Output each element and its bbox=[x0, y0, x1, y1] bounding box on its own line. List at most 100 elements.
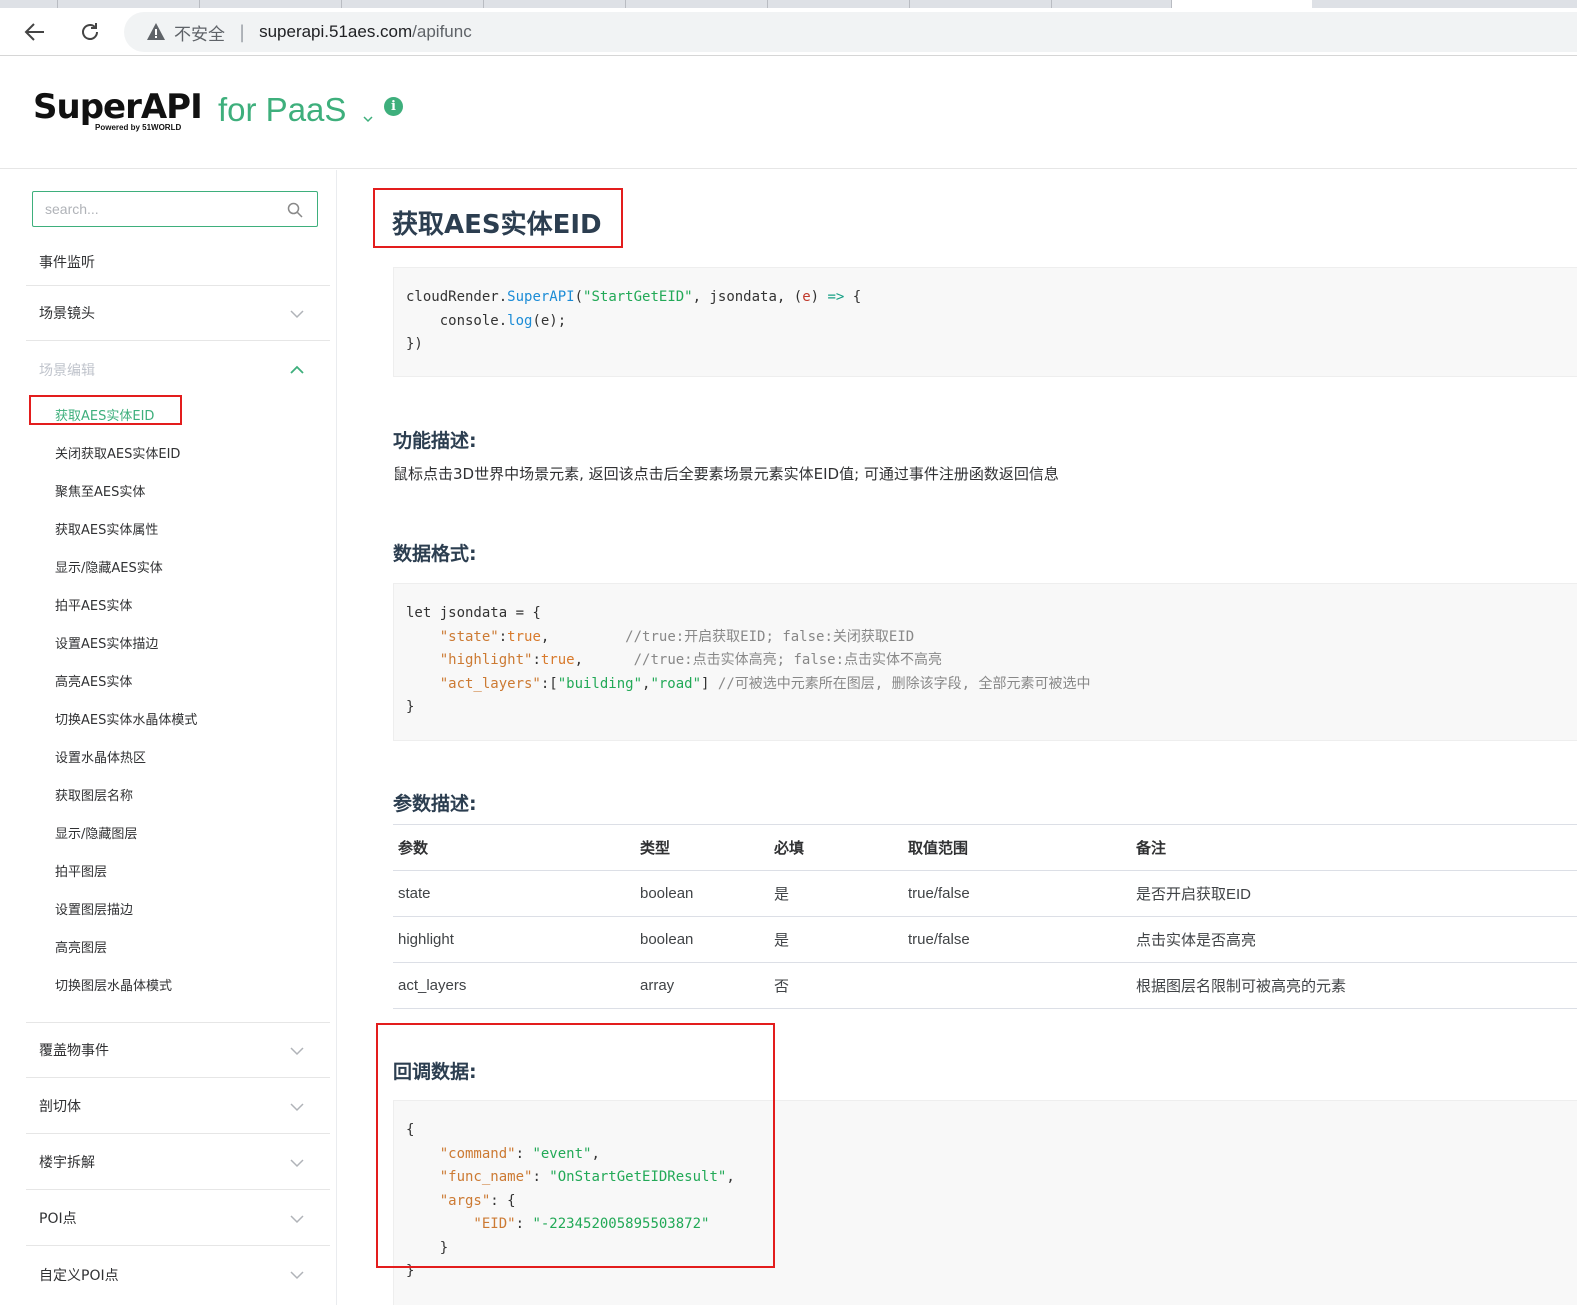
table-cell: 点击实体是否高亮 bbox=[1131, 916, 1577, 963]
browser-tab[interactable] bbox=[0, 0, 58, 8]
sidebar-item-overlay-events[interactable]: 覆盖物事件 bbox=[26, 1023, 330, 1078]
browser-tab[interactable] bbox=[626, 0, 768, 8]
chevron-down-icon bbox=[290, 1047, 304, 1056]
table-cell: act_layers bbox=[393, 962, 635, 1009]
sidebar-divider bbox=[26, 231, 330, 286]
table-cell: array bbox=[635, 962, 769, 1009]
url-host: superapi.51aes.com bbox=[259, 22, 413, 41]
code-block-usage: cloudRender.SuperAPI("StartGetEID", json… bbox=[393, 267, 1577, 377]
browser-tab[interactable] bbox=[768, 0, 910, 8]
sidebar-subitem[interactable]: 显示/隐藏图层 bbox=[55, 823, 137, 842]
browser-tab[interactable] bbox=[1052, 0, 1172, 8]
chevron-down-icon bbox=[290, 1271, 304, 1280]
sidebar-subitem[interactable]: 获取AES实体属性 bbox=[55, 519, 158, 538]
search-icon[interactable] bbox=[287, 202, 303, 218]
sidebar-item-label: 自定义POI点 bbox=[39, 1267, 119, 1284]
table-cell: 否 bbox=[769, 962, 903, 1009]
code-token: "road" bbox=[650, 675, 702, 692]
sidebar-subitem[interactable]: 设置AES实体描边 bbox=[55, 633, 158, 652]
product-name: for PaaS bbox=[218, 91, 347, 128]
sidebar-item-label: POI点 bbox=[39, 1211, 77, 1227]
code-token: "StartGetEID" bbox=[583, 289, 693, 305]
table-cell: 是 bbox=[769, 870, 903, 917]
search-input[interactable] bbox=[45, 201, 285, 217]
browser-tab-strip bbox=[0, 0, 1577, 8]
sidebar-item-scene-edit[interactable]: 场景编辑 bbox=[26, 342, 330, 397]
search-box bbox=[32, 191, 318, 227]
sidebar-subitem[interactable]: 高亮图层 bbox=[55, 937, 107, 956]
browser-tab[interactable] bbox=[342, 0, 484, 8]
chevron-down-icon[interactable] bbox=[362, 113, 374, 125]
sidebar-subitem[interactable]: 切换AES实体水晶体模式 bbox=[55, 709, 197, 728]
sidebar-item-section-box[interactable]: 剖切体 bbox=[26, 1079, 330, 1134]
sidebar-subitem[interactable]: 拍平图层 bbox=[55, 861, 107, 880]
sidebar-subitem[interactable]: 设置图层描边 bbox=[55, 899, 133, 918]
sidebar-subitem[interactable]: 设置水晶体热区 bbox=[55, 747, 146, 766]
sidebar-item-building-explode[interactable]: 楼宇拆解 bbox=[26, 1135, 330, 1190]
table-cell: boolean bbox=[635, 916, 769, 963]
table-header-row: 参数 类型 必填 取值范围 备注 bbox=[393, 824, 1577, 871]
code-token: "building" bbox=[557, 675, 643, 692]
code-token: ) bbox=[810, 289, 828, 305]
insecure-label[interactable]: 不安全 bbox=[174, 20, 225, 45]
chevron-down-icon bbox=[290, 1159, 304, 1168]
table-header-cell: 取值范围 bbox=[903, 824, 1131, 871]
back-button[interactable] bbox=[17, 14, 53, 50]
code-token: log bbox=[507, 312, 533, 329]
sidebar-item-label: 楼宇拆解 bbox=[39, 1155, 95, 1171]
browser-tab[interactable] bbox=[910, 0, 1052, 8]
sidebar-subitem[interactable]: 拍平AES实体 bbox=[55, 595, 132, 614]
browser-tab[interactable] bbox=[58, 0, 200, 8]
code-token: : bbox=[498, 628, 508, 645]
section-title-function-desc: 功能描述: bbox=[393, 430, 477, 452]
sidebar: 事件监听 场景镜头 场景编辑 获取AES实体EID 关闭获取AES实体EID 聚… bbox=[0, 170, 337, 1305]
code-token: ( bbox=[793, 289, 803, 305]
sidebar-item-poi[interactable]: POI点 bbox=[26, 1191, 330, 1246]
code-token: SuperAPI bbox=[507, 289, 575, 305]
table-header-cell: 必填 bbox=[769, 824, 903, 871]
code-token: true bbox=[507, 628, 541, 645]
sidebar-subitem[interactable]: 高亮AES实体 bbox=[55, 671, 132, 690]
code-comment: //true:开启获取EID; false:关闭获取EID bbox=[549, 628, 915, 645]
arrow-left-icon bbox=[24, 23, 44, 41]
table-row: act_layers array 否 根据图层名限制可被高亮的元素 bbox=[393, 962, 1577, 1009]
browser-tab-active[interactable] bbox=[1172, 0, 1312, 8]
code-comment: //true:点击实体高亮; false:点击实体不高亮 bbox=[583, 652, 943, 668]
sidebar-subitem[interactable]: 显示/隐藏AES实体 bbox=[55, 557, 163, 576]
code-token: ] bbox=[701, 675, 718, 692]
code-token: . bbox=[498, 289, 508, 305]
browser-tab[interactable] bbox=[200, 0, 342, 8]
sidebar-item-scene-camera[interactable]: 场景镜头 bbox=[26, 286, 330, 341]
code-token: => bbox=[827, 289, 845, 305]
sidebar-subitem[interactable]: 获取图层名称 bbox=[55, 785, 133, 804]
table-cell: 是 bbox=[769, 916, 903, 963]
address-bar[interactable]: 不安全 | superapi.51aes.com/apifunc bbox=[124, 12, 1577, 52]
browser-tab[interactable] bbox=[484, 0, 626, 8]
sidebar-item-label: 覆盖物事件 bbox=[39, 1043, 109, 1059]
reload-button[interactable] bbox=[72, 14, 108, 50]
function-description: 鼠标点击3D世界中场景元素, 返回该点击后全要素场景元素实体EID值; 可通过事… bbox=[393, 465, 1059, 483]
code-comment: //可被选中元素所在图层, 删除该字段, 全部元素可被选中 bbox=[717, 675, 1091, 692]
sidebar-subitem[interactable]: 关闭获取AES实体EID bbox=[55, 443, 180, 462]
code-token: , jsondata, bbox=[692, 289, 794, 305]
sidebar-subitem[interactable]: 切换图层水晶体模式 bbox=[55, 975, 172, 994]
address-separator: | bbox=[239, 21, 246, 43]
sidebar-subitem[interactable]: 聚焦至AES实体 bbox=[55, 481, 145, 500]
url-text[interactable]: superapi.51aes.com/apifunc bbox=[259, 22, 472, 42]
info-icon[interactable]: i bbox=[384, 97, 403, 116]
superapi-logo[interactable]: SuperAPI Powered by 51WORLD bbox=[33, 87, 203, 137]
table-cell bbox=[903, 962, 1131, 1009]
table-cell: true/false bbox=[903, 916, 1131, 963]
sidebar-item-label: 场景编辑 bbox=[39, 362, 95, 379]
code-token: (e); bbox=[532, 312, 567, 329]
code-token: console. bbox=[406, 312, 508, 329]
code-token: "state" bbox=[406, 628, 499, 645]
sidebar-item-custom-poi[interactable]: 自定义POI点 bbox=[26, 1247, 330, 1302]
code-token: "highlight" bbox=[406, 652, 533, 668]
browser-toolbar: 不安全 | superapi.51aes.com/apifunc bbox=[0, 8, 1577, 56]
code-block-data-format: let jsondata = { "state":true, //true:开启… bbox=[393, 583, 1577, 741]
code-token: ( bbox=[574, 289, 584, 305]
reload-icon bbox=[82, 23, 98, 40]
code-token: e bbox=[802, 289, 811, 305]
table-header-cell: 参数 bbox=[393, 824, 635, 871]
